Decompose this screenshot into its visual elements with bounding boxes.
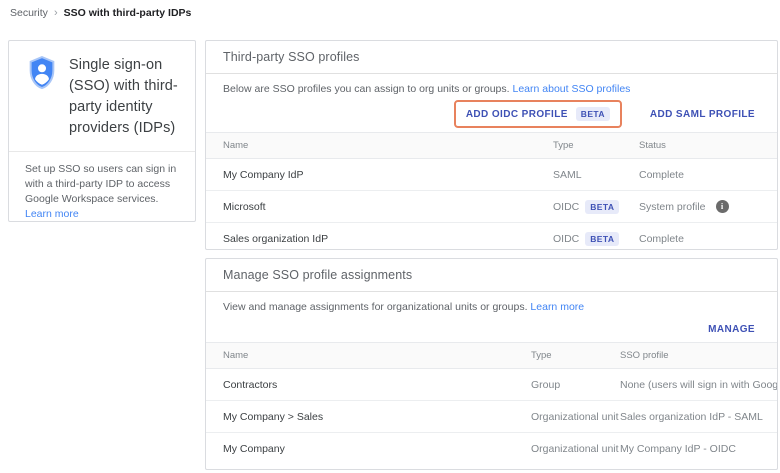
assignment-type: Organizational unit xyxy=(531,433,620,465)
shield-person-icon xyxy=(25,55,59,139)
profiles-actions-row: ADD OIDC PROFILE BETA ADD SAML PROFILE xyxy=(206,95,777,132)
add-oidc-highlight-box: ADD OIDC PROFILE BETA xyxy=(454,100,622,128)
assignments-learn-more-link[interactable]: Learn more xyxy=(530,301,584,313)
table-row[interactable]: Microsoft OIDC BETA System profile i xyxy=(206,191,777,223)
profiles-table: Name Type Status My Company IdP SAML Com… xyxy=(206,132,777,255)
profiles-col-name: Name xyxy=(206,133,553,159)
profile-type: OIDC BETA xyxy=(553,191,639,223)
profile-status: System profile i xyxy=(639,191,777,223)
add-saml-profile-button[interactable]: ADD SAML PROFILE xyxy=(650,109,755,120)
info-card-description: Set up SSO so users can sign in with a t… xyxy=(9,152,195,222)
breadcrumb-current: SSO with third-party IDPs xyxy=(64,7,192,19)
table-row[interactable]: My Company IdP SAML Complete xyxy=(206,159,777,191)
profiles-panel-description-text: Below are SSO profiles you can assign to… xyxy=(223,83,510,95)
profile-status: Complete xyxy=(639,223,777,255)
profile-name: Microsoft xyxy=(206,191,553,223)
add-oidc-profile-button[interactable]: ADD OIDC PROFILE xyxy=(466,109,568,120)
info-card-header: Single sign-on (SSO) with third-party id… xyxy=(9,41,195,149)
assignment-type: Organizational unit xyxy=(531,401,620,433)
assignments-table: Name Type SSO profile Contractors Group … xyxy=(206,342,777,465)
assignments-col-name: Name xyxy=(206,343,531,369)
table-row[interactable]: My Company > Sales Organizational unit S… xyxy=(206,401,777,433)
assignment-sso-profile: Sales organization IdP - SAML xyxy=(620,401,777,433)
assignment-sso-profile: None (users will sign in with Google) xyxy=(620,369,777,401)
assignment-name: My Company xyxy=(206,433,531,465)
profile-type: OIDC BETA xyxy=(553,223,639,255)
breadcrumb: Security › SSO with third-party IDPs xyxy=(10,7,191,19)
profile-status: Complete xyxy=(639,159,777,191)
manage-sso-assignments-panel: Manage SSO profile assignments View and … xyxy=(205,258,778,470)
assignments-table-head: Name Type SSO profile xyxy=(206,343,777,369)
assignments-col-sso-profile: SSO profile xyxy=(620,343,777,369)
profiles-table-header-row: Name Type Status xyxy=(206,133,777,159)
profiles-col-type: Type xyxy=(553,133,639,159)
profile-name: My Company IdP xyxy=(206,159,553,191)
assignments-col-type: Type xyxy=(531,343,620,369)
assignments-actions-row: MANAGE xyxy=(206,313,777,342)
assignment-type: Group xyxy=(531,369,620,401)
info-card-learn-more-link[interactable]: Learn more xyxy=(25,208,79,220)
profile-type-text: OIDC xyxy=(553,233,579,245)
profiles-table-head: Name Type Status xyxy=(206,133,777,159)
profiles-panel-title: Third-party SSO profiles xyxy=(206,41,777,74)
profiles-col-status: Status xyxy=(639,133,777,159)
third-party-sso-profiles-panel: Third-party SSO profiles Below are SSO p… xyxy=(205,40,778,250)
row-beta-badge: BETA xyxy=(585,200,619,214)
info-card-title: Single sign-on (SSO) with third-party id… xyxy=(69,55,181,139)
sso-info-card: Single sign-on (SSO) with third-party id… xyxy=(8,40,196,222)
sso-settings-page: Security › SSO with third-party IDPs Sin… xyxy=(0,0,780,473)
profile-name: Sales organization IdP xyxy=(206,223,553,255)
info-icon[interactable]: i xyxy=(716,200,729,213)
profile-type: SAML xyxy=(553,159,639,191)
breadcrumb-security-link[interactable]: Security xyxy=(10,7,48,19)
row-beta-badge: BETA xyxy=(585,232,619,246)
assignment-sso-profile: My Company IdP - OIDC xyxy=(620,433,777,465)
assignments-panel-description: View and manage assignments for organiza… xyxy=(206,292,777,313)
info-card-description-text: Set up SSO so users can sign in with a t… xyxy=(25,163,176,205)
manage-button[interactable]: MANAGE xyxy=(708,324,755,335)
assignment-name: Contractors xyxy=(206,369,531,401)
profile-type-text: OIDC xyxy=(553,201,579,213)
breadcrumb-separator-icon: › xyxy=(54,7,58,19)
table-row[interactable]: My Company Organizational unit My Compan… xyxy=(206,433,777,465)
assignment-name: My Company > Sales xyxy=(206,401,531,433)
assignments-panel-title: Manage SSO profile assignments xyxy=(206,259,777,292)
table-row[interactable]: Contractors Group None (users will sign … xyxy=(206,369,777,401)
assignments-table-header-row: Name Type SSO profile xyxy=(206,343,777,369)
table-row[interactable]: Sales organization IdP OIDC BETA Complet… xyxy=(206,223,777,255)
profiles-panel-description: Below are SSO profiles you can assign to… xyxy=(206,74,777,95)
assignments-panel-description-text: View and manage assignments for organiza… xyxy=(223,301,528,313)
profile-status-text: System profile xyxy=(639,201,706,213)
add-oidc-beta-badge: BETA xyxy=(576,107,610,121)
learn-about-sso-profiles-link[interactable]: Learn about SSO profiles xyxy=(513,83,631,95)
